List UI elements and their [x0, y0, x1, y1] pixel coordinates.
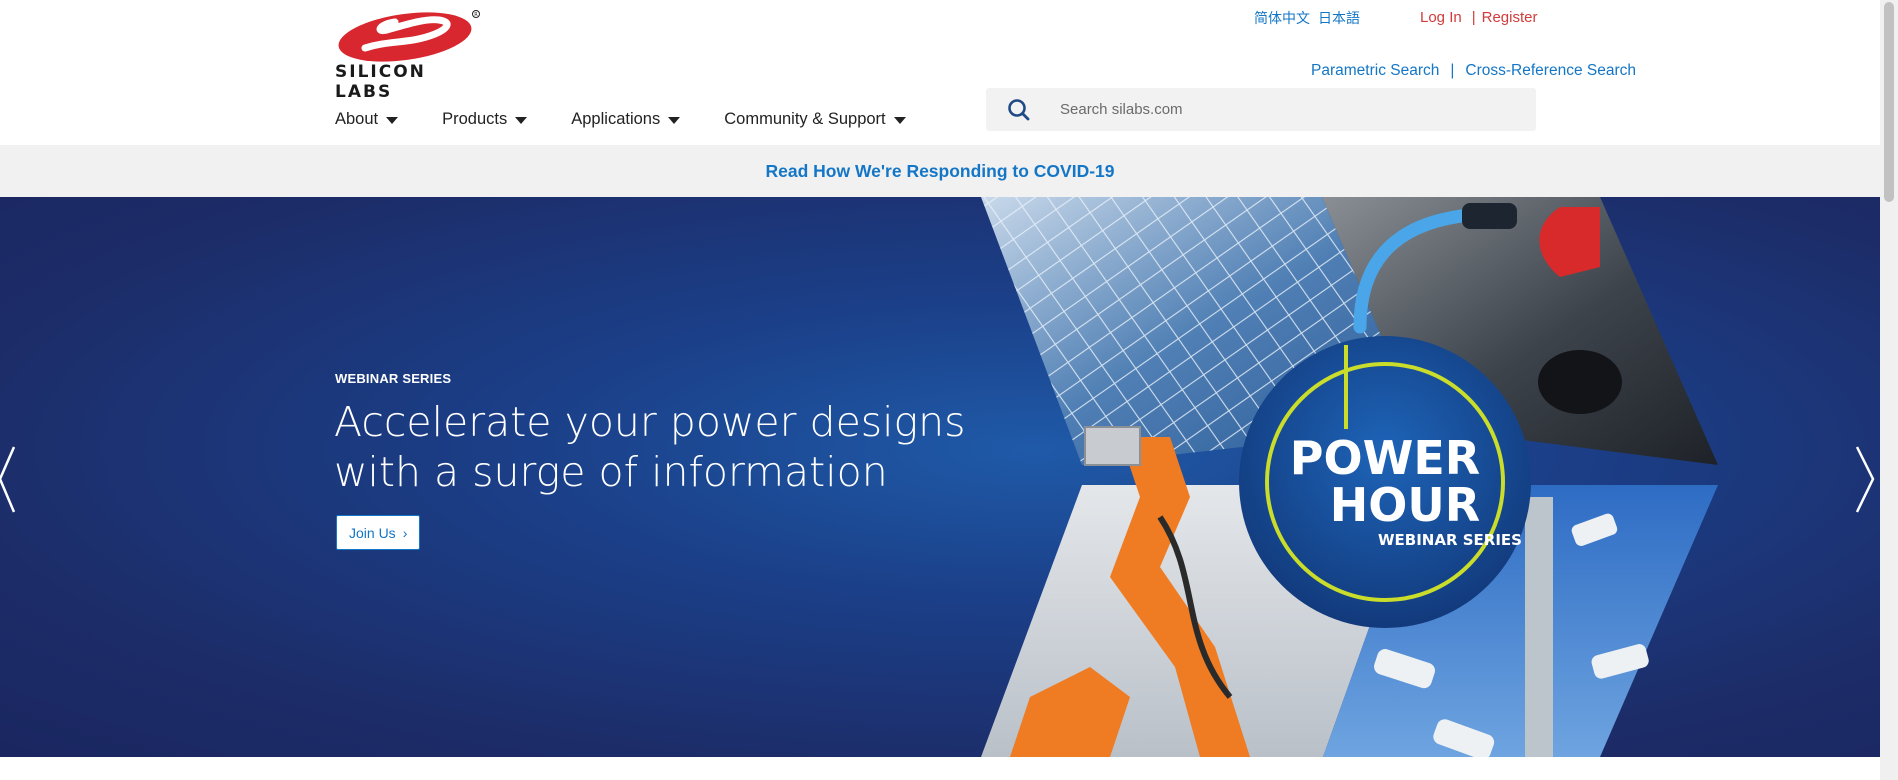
- join-us-label: Join Us: [349, 524, 396, 541]
- hero-headline: Accelerate your power designs with a sur…: [334, 398, 966, 496]
- carousel-prev-arrow-icon[interactable]: [0, 442, 24, 517]
- page-body-edge: [0, 757, 1880, 780]
- caret-down-icon: [893, 117, 906, 124]
- language-chinese-link[interactable]: 简体中文: [1254, 8, 1310, 28]
- nav-about-label: About: [335, 110, 379, 128]
- hero-carousel: POWER HOUR WEBINAR SERIES WEBINAR SERIES…: [0, 197, 1880, 757]
- account-links: Log In | Register: [1420, 9, 1537, 26]
- cross-reference-search-link[interactable]: Cross-Reference Search: [1465, 62, 1636, 79]
- svg-text:R: R: [474, 12, 478, 18]
- logo-wordmark: SILICON LABS: [335, 62, 426, 102]
- main-nav: About Products Applications Community & …: [335, 110, 950, 129]
- nav-products-label: Products: [442, 110, 508, 128]
- tools-separator: |: [1450, 62, 1455, 79]
- nav-community-support[interactable]: Community & Support: [724, 110, 906, 129]
- nav-applications[interactable]: Applications: [571, 110, 681, 129]
- parametric-search-link[interactable]: Parametric Search: [1311, 62, 1439, 79]
- language-japanese-link[interactable]: 日本語: [1318, 8, 1360, 28]
- nav-products[interactable]: Products: [442, 110, 528, 129]
- badge-line-1: POWER: [1290, 431, 1480, 485]
- hero-eyebrow: WEBINAR SERIES: [335, 371, 452, 386]
- auth-separator: |: [1471, 9, 1476, 26]
- login-link[interactable]: Log In: [1420, 9, 1462, 26]
- silicon-labs-logo[interactable]: R SILICON LABS: [335, 10, 481, 102]
- register-link[interactable]: Register: [1482, 9, 1538, 26]
- join-us-button[interactable]: Join Us ›: [336, 515, 421, 550]
- badge-line-3: WEBINAR SERIES: [1378, 531, 1522, 549]
- power-hour-badge: POWER HOUR WEBINAR SERIES: [1239, 336, 1531, 628]
- search-bar: [986, 88, 1536, 131]
- logo-swoosh-icon: R: [338, 10, 480, 62]
- site-header: R SILICON LABS 简体中文 日本語 Log In | Register …: [0, 0, 1880, 145]
- caret-down-icon: [668, 117, 681, 124]
- badge-line-2: HOUR: [1330, 478, 1480, 532]
- search-icon[interactable]: [1004, 95, 1034, 125]
- nav-community-support-label: Community & Support: [724, 110, 886, 128]
- search-input[interactable]: [1060, 101, 1500, 118]
- scrollbar-thumb[interactable]: [1884, 2, 1894, 202]
- carousel-next-arrow-icon[interactable]: [1851, 442, 1880, 517]
- nav-about[interactable]: About: [335, 110, 399, 129]
- caret-down-icon: [386, 117, 399, 124]
- chevron-right-icon: ›: [402, 524, 408, 541]
- caret-down-icon: [515, 117, 528, 124]
- page-scrollbar[interactable]: [1880, 0, 1898, 780]
- search-tools: Parametric Search | Cross-Reference Search: [1311, 62, 1636, 80]
- covid-banner: Read How We're Responding to COVID-19: [0, 145, 1880, 197]
- covid-response-link[interactable]: Read How We're Responding to COVID-19: [765, 161, 1114, 182]
- nav-applications-label: Applications: [571, 110, 661, 128]
